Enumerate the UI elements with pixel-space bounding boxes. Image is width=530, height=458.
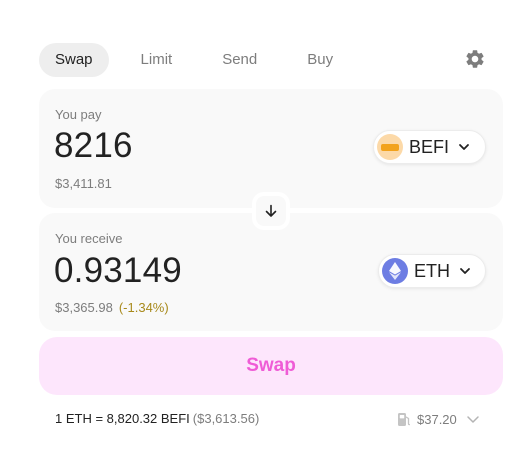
receive-label: You receive [55, 231, 123, 246]
receive-usd-amount: $3,365.98 [55, 300, 113, 315]
befi-token-icon [377, 134, 403, 160]
tab-send[interactable]: Send [206, 43, 273, 77]
gear-icon[interactable] [464, 48, 486, 70]
tab-buy[interactable]: Buy [291, 43, 349, 77]
rate-usd: ($3,613.56) [192, 411, 260, 426]
arrow-down-icon [265, 204, 277, 217]
tab-limit[interactable]: Limit [125, 43, 189, 77]
fuel-pump-icon [398, 412, 411, 426]
receive-usd-value: $3,365.98 (-1.34%) [55, 300, 169, 315]
pay-token-selector[interactable]: BEFI [373, 130, 486, 164]
eth-token-icon [382, 258, 408, 284]
switch-tokens-button[interactable] [252, 192, 290, 230]
swap-button[interactable]: Swap [39, 337, 503, 395]
pay-label: You pay [55, 107, 102, 122]
rate-text: 1 ETH = 8,820.32 BEFI [55, 411, 190, 426]
chevron-down-icon [460, 268, 470, 274]
receive-token-symbol: ETH [414, 260, 450, 281]
exchange-rate[interactable]: 1 ETH = 8,820.32 BEFI ($3,613.56) [55, 411, 259, 426]
receive-amount-input[interactable]: 0.93149 [54, 251, 182, 291]
gas-value: $37.20 [417, 411, 457, 427]
pay-amount-input[interactable]: 8216 [54, 126, 133, 166]
pay-panel: You pay 8216 $3,411.81 BEFI [39, 89, 503, 208]
chevron-down-icon [467, 416, 479, 423]
tab-swap[interactable]: Swap [39, 43, 109, 77]
price-impact: (-1.34%) [118, 300, 169, 315]
swap-button-label: Swap [246, 355, 296, 376]
pay-token-symbol: BEFI [409, 136, 450, 157]
receive-panel: You receive 0.93149 $3,365.98 (-1.34%) ET… [39, 213, 503, 331]
chevron-down-icon [459, 144, 469, 150]
swap-tabs: Swap Limit Send Buy [39, 43, 349, 77]
pay-usd-value: $3,411.81 [55, 176, 112, 191]
receive-token-selector[interactable]: ETH [378, 254, 486, 288]
gas-fee[interactable]: $37.20 [397, 409, 480, 429]
